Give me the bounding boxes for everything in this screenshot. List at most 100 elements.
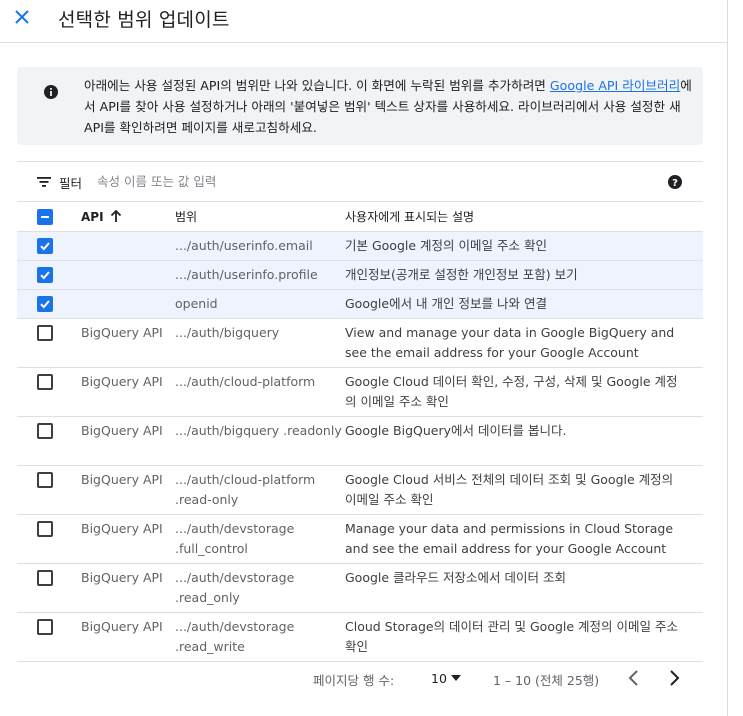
- row-description-cell: Cloud Storage의 데이터 관리 및 Google 계정의 이메일 주…: [345, 613, 703, 662]
- filter-label: 필터: [59, 176, 83, 191]
- row-api-cell: [81, 290, 175, 319]
- row-checkbox[interactable]: [37, 570, 53, 586]
- row-api-cell: BigQuery API: [81, 613, 175, 662]
- row-checkbox[interactable]: [37, 325, 53, 341]
- row-description-cell: Manage your data and permissions in Clou…: [345, 515, 703, 564]
- checkmark-icon: [40, 242, 50, 251]
- row-description: Google BigQuery에서 데이터를 봅니다.: [345, 423, 567, 438]
- row-description: Cloud Storage의 데이터 관리 및 Google 계정의 이메일 주…: [345, 619, 678, 654]
- checkmark-icon: [40, 300, 50, 309]
- row-description-cell: Google에서 내 개인 정보를 나와 연결: [345, 290, 703, 319]
- table-row[interactable]: openid Google에서 내 개인 정보를 나와 연결: [17, 289, 703, 319]
- page-range: 1 – 10 (전체 25행): [493, 673, 600, 688]
- info-text: 아래에는 사용 설정된 API의 범위만 나와 있습니다. 이 화면에 누락된 …: [84, 75, 694, 138]
- row-select-cell: [17, 232, 81, 261]
- row-api-cell: BigQuery API: [81, 368, 175, 417]
- row-scope: .../auth/userinfo.email: [175, 238, 313, 253]
- row-api: BigQuery API: [81, 521, 163, 536]
- row-api: BigQuery API: [81, 374, 163, 389]
- info-icon: [44, 85, 58, 99]
- row-description-cell: Google 클라우드 저장소에서 데이터 조회: [345, 564, 703, 613]
- row-checkbox[interactable]: [37, 423, 53, 439]
- row-select-cell: [17, 564, 81, 613]
- row-select-cell: [17, 319, 81, 368]
- info-text-before: 아래에는 사용 설정된 API의 범위만 나와 있습니다. 이 화면에 누락된 …: [84, 78, 550, 93]
- select-all-cell: [17, 202, 81, 232]
- api-library-link[interactable]: Google API 라이브러리: [550, 78, 680, 93]
- column-header-api[interactable]: API: [81, 202, 175, 232]
- caret-down-icon: [450, 675, 461, 681]
- row-checkbox[interactable]: [37, 374, 53, 390]
- table-row[interactable]: BigQuery API .../auth/cloud-platform .rea…: [17, 466, 703, 515]
- row-api: BigQuery API: [81, 325, 163, 340]
- row-description: 개인정보(공개로 설정한 개인정보 포함) 보기: [345, 267, 578, 282]
- row-select-cell: [17, 417, 81, 466]
- help-icon[interactable]: ?: [667, 174, 683, 190]
- row-select-cell: [17, 613, 81, 662]
- row-description-cell: Google BigQuery에서 데이터를 봅니다.: [345, 417, 703, 466]
- row-scope-cell: .../auth/cloud-platform .read-only: [175, 466, 345, 515]
- row-checkbox[interactable]: [37, 267, 53, 283]
- row-description-cell: 기본 Google 계정의 이메일 주소 확인: [345, 232, 703, 261]
- table-row[interactable]: BigQuery API .../auth/bigquery View and ma…: [17, 319, 703, 368]
- row-select-cell: [17, 515, 81, 564]
- rows-per-page-select[interactable]: 10: [431, 667, 461, 689]
- column-header-description: 사용자에게 표시되는 설명: [345, 209, 475, 224]
- row-scope: openid: [175, 296, 218, 311]
- row-scope-cell: .../auth/bigquery: [175, 319, 345, 368]
- row-api-cell: BigQuery API: [81, 319, 175, 368]
- column-header-scope: 범위: [175, 209, 198, 224]
- row-api-cell: [81, 261, 175, 290]
- checkmark-icon: [40, 271, 50, 280]
- row-scope: .../auth/cloud-platform: [175, 374, 316, 389]
- row-description: View and manage your data in Google BigQ…: [345, 325, 675, 360]
- row-scope: .../auth/devstorage .read_only: [175, 570, 295, 605]
- row-scope-cell: .../auth/bigquery .readonly: [175, 417, 345, 466]
- row-select-cell: [17, 466, 81, 515]
- row-description-cell: 개인정보(공개로 설정한 개인정보 포함) 보기: [345, 261, 703, 290]
- arrow-up-icon[interactable]: [110, 210, 122, 223]
- select-all-checkbox[interactable]: [37, 209, 53, 225]
- row-api: BigQuery API: [81, 472, 163, 487]
- chevron-right-icon[interactable]: [663, 667, 685, 689]
- row-scope-cell: .../auth/userinfo.email: [175, 232, 345, 261]
- row-scope: .../auth/bigquery: [175, 325, 280, 340]
- row-checkbox[interactable]: [37, 472, 53, 488]
- close-button[interactable]: [9, 4, 35, 30]
- table-row[interactable]: BigQuery API .../auth/devstorage .read_wr…: [17, 613, 703, 662]
- row-api: [81, 232, 175, 240]
- table-row[interactable]: BigQuery API .../auth/devstorage .read_on…: [17, 564, 703, 613]
- panel-edge: [727, 0, 743, 716]
- row-api-cell: BigQuery API: [81, 564, 175, 613]
- table-row[interactable]: BigQuery API .../auth/cloud-platform Googl…: [17, 368, 703, 417]
- filter-icon: [37, 177, 51, 187]
- row-description: Google에서 내 개인 정보를 나와 연결: [345, 296, 547, 311]
- row-api-cell: [81, 232, 175, 261]
- table-row[interactable]: BigQuery API .../auth/bigquery .readonly G…: [17, 417, 703, 466]
- column-header-api-label: API: [81, 209, 104, 224]
- table-row[interactable]: BigQuery API .../auth/devstorage .full_co…: [17, 515, 703, 564]
- row-checkbox[interactable]: [37, 521, 53, 537]
- filter-input[interactable]: [97, 168, 617, 194]
- rows-per-page-label: 페이지당 행 수:: [313, 673, 395, 688]
- row-api: [81, 290, 175, 298]
- close-icon[interactable]: [14, 9, 30, 25]
- row-api: [81, 261, 175, 269]
- row-api-cell: BigQuery API: [81, 466, 175, 515]
- chevron-left-icon[interactable]: [623, 667, 645, 689]
- row-checkbox[interactable]: [37, 238, 53, 254]
- info-banner: 아래에는 사용 설정된 API의 범위만 나와 있습니다. 이 화면에 누락된 …: [17, 67, 703, 145]
- row-scope-cell: .../auth/userinfo.profile: [175, 261, 345, 290]
- table-row[interactable]: .../auth/userinfo.profile 개인정보(공개로 설정한 개인…: [17, 260, 703, 290]
- table-row[interactable]: .../auth/userinfo.email 기본 Google 계정의 이메일…: [17, 231, 703, 261]
- table-header-row: API 범위 사용자에게 표시되는 설명: [17, 201, 703, 232]
- pagination: 페이지당 행 수: 10 1 – 10 (전체 25행): [17, 662, 703, 692]
- row-scope-cell: .../auth/devstorage .read_only: [175, 564, 345, 613]
- row-scope-cell: openid: [175, 290, 345, 319]
- row-checkbox[interactable]: [37, 619, 53, 635]
- row-scope-cell: .../auth/devstorage .read_write: [175, 613, 345, 662]
- page-title: 선택한 범위 업데이트: [58, 9, 230, 31]
- row-description: Google Cloud 서비스 전체의 데이터 조회 및 Google 계정의…: [345, 472, 674, 507]
- row-scope-cell: .../auth/devstorage .full_control: [175, 515, 345, 564]
- row-checkbox[interactable]: [37, 296, 53, 312]
